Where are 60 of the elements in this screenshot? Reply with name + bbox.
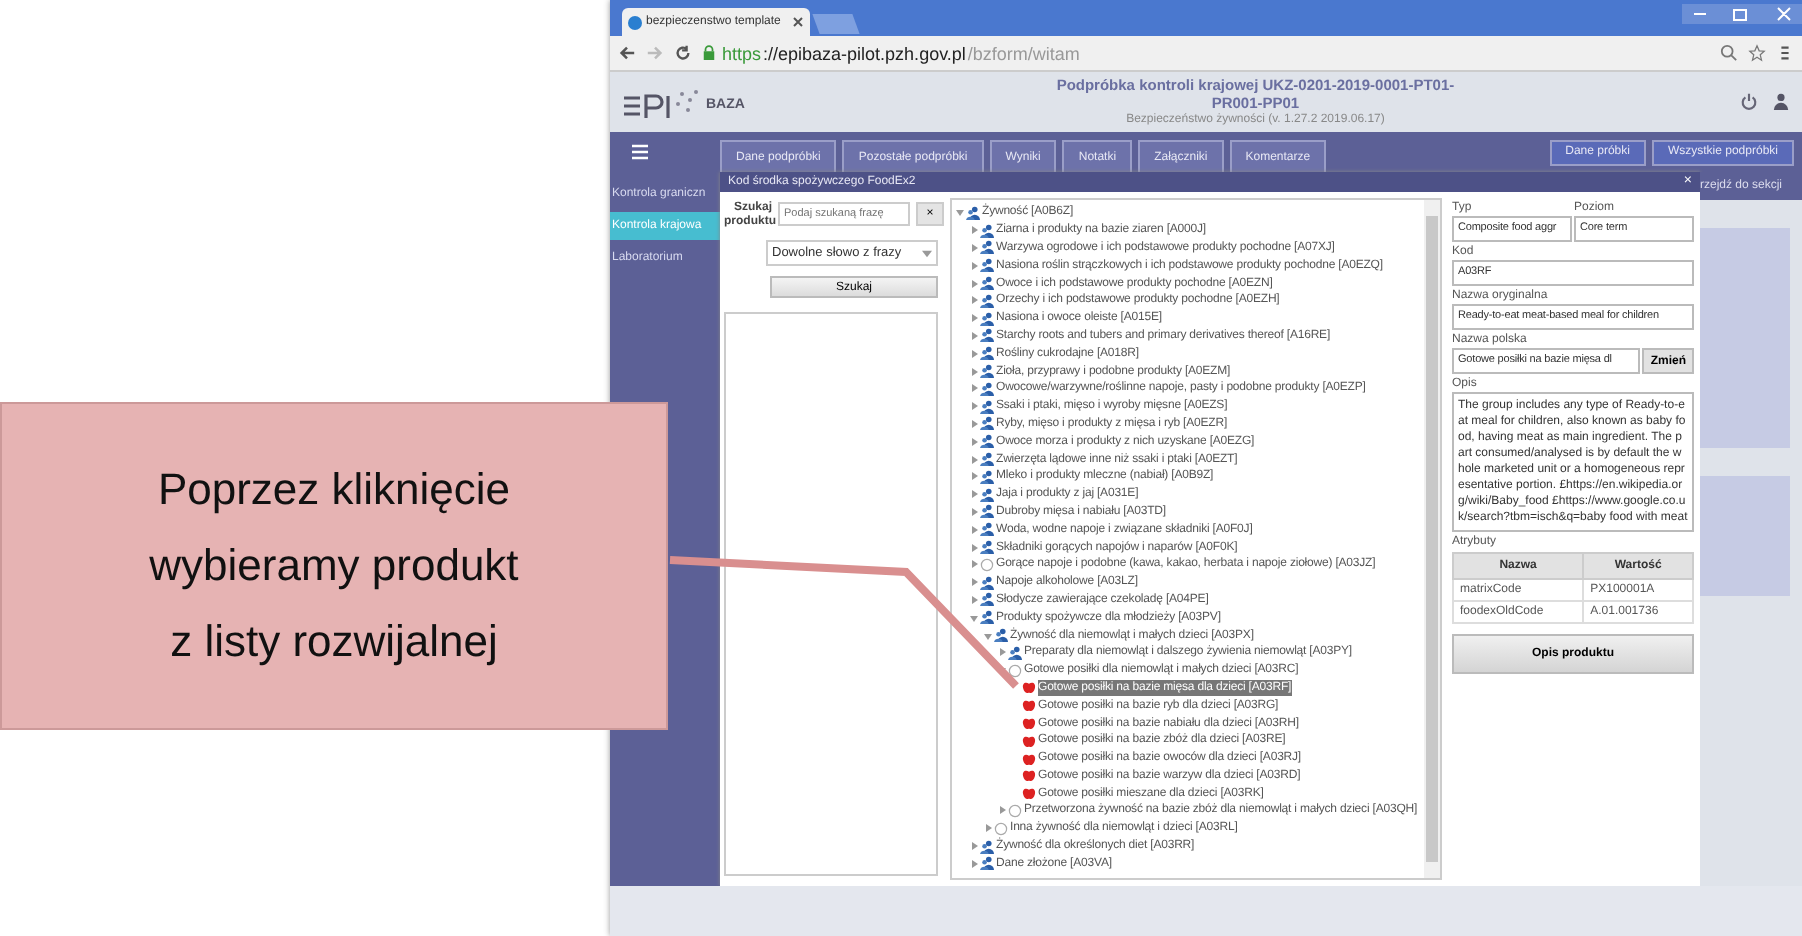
people-icon — [980, 346, 994, 361]
expand-arrow-icon[interactable] — [970, 402, 978, 411]
expand-arrow-icon[interactable] — [970, 842, 978, 851]
expand-arrow-icon[interactable] — [970, 296, 978, 305]
expand-arrow-icon[interactable] — [970, 859, 978, 868]
expand-arrow-icon[interactable] — [970, 507, 978, 516]
expand-arrow-icon[interactable] — [970, 226, 978, 235]
circle-icon — [994, 821, 1008, 836]
star-icon[interactable] — [1748, 44, 1766, 62]
people-icon — [980, 540, 994, 555]
expand-arrow-icon[interactable] — [970, 349, 978, 358]
expand-arrow-icon[interactable] — [970, 560, 978, 569]
circle-icon — [1008, 663, 1022, 678]
menu-icon[interactable] — [630, 142, 650, 162]
expand-arrow-icon[interactable] — [970, 314, 978, 323]
expand-arrow-icon[interactable] — [970, 490, 978, 499]
expand-arrow-icon[interactable] — [970, 367, 978, 376]
expand-arrow-icon[interactable] — [970, 419, 978, 428]
forward-icon[interactable] — [646, 44, 664, 62]
site-icon — [628, 15, 642, 29]
expand-arrow-icon[interactable] — [984, 631, 992, 640]
expand-arrow-icon[interactable] — [970, 613, 978, 622]
people-icon — [966, 205, 980, 220]
expand-arrow-icon[interactable] — [984, 824, 992, 833]
expand-arrow-icon[interactable] — [970, 455, 978, 464]
expand-arrow-icon[interactable] — [970, 384, 978, 393]
caret-icon — [922, 249, 932, 257]
back-icon[interactable] — [618, 44, 636, 62]
user-icon[interactable] — [1772, 92, 1790, 110]
window-controls-icon[interactable] — [1682, 4, 1802, 24]
expand-arrow-icon[interactable] — [970, 437, 978, 446]
people-icon — [980, 522, 994, 537]
logo-icon — [622, 86, 702, 122]
scrollbar[interactable] — [1424, 200, 1440, 878]
people-icon — [980, 434, 994, 449]
content-panel — [1700, 476, 1790, 596]
expand-arrow-icon[interactable] — [970, 543, 978, 552]
power-icon[interactable] — [1740, 92, 1758, 110]
menu-icon[interactable] — [1776, 44, 1794, 62]
callout-text: Poprzez kliknięcie wybieramy produkt z listy rozwijalnej — [147, 462, 521, 670]
reload-icon[interactable] — [674, 44, 692, 62]
expand-arrow-icon[interactable] — [998, 648, 1006, 657]
expand-arrow-icon[interactable] — [970, 578, 978, 587]
expand-arrow-icon[interactable] — [970, 261, 978, 270]
close-icon[interactable] — [792, 16, 804, 28]
circle-icon — [980, 557, 994, 572]
expand-arrow-icon[interactable] — [970, 595, 978, 604]
expand-arrow-icon[interactable] — [998, 806, 1006, 815]
circle-icon — [1008, 803, 1022, 818]
lock-icon — [702, 44, 716, 62]
people-icon — [980, 610, 994, 625]
address-field[interactable]: https://epibaza-pilot.pzh.gov.pl/bzform/witam — [702, 40, 1710, 66]
expand-arrow-icon[interactable] — [970, 279, 978, 288]
people-icon — [980, 258, 994, 273]
expand-arrow-icon[interactable] — [970, 243, 978, 252]
expand-arrow-icon[interactable] — [970, 525, 978, 534]
search-icon[interactable] — [1720, 44, 1738, 62]
expand-arrow-icon[interactable] — [970, 331, 978, 340]
expand-arrow-icon[interactable] — [956, 208, 964, 217]
expand-arrow-icon[interactable] — [970, 472, 978, 481]
